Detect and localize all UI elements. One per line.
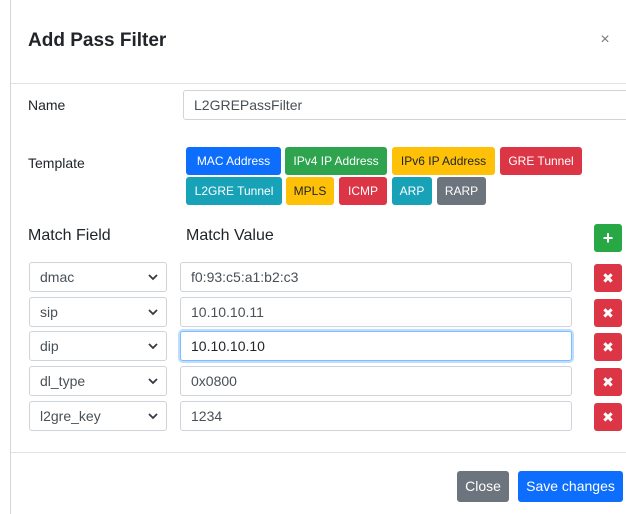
- match-field-value: l2gre_key: [40, 408, 101, 424]
- template-mac-address-button[interactable]: MAC Address: [186, 147, 281, 175]
- delete-row-button[interactable]: ✖: [594, 299, 622, 327]
- template-mpls-button[interactable]: MPLS: [286, 177, 334, 205]
- delete-row-button[interactable]: ✖: [594, 264, 622, 292]
- match-row: dip ✖: [11, 331, 626, 363]
- match-field-value: dl_type: [40, 373, 86, 389]
- add-pass-filter-dialog: Add Pass Filter × Name Template MAC Addr…: [10, 0, 626, 514]
- template-icmp-button[interactable]: ICMP: [339, 177, 387, 205]
- match-value-input[interactable]: [180, 262, 572, 292]
- delete-row-button[interactable]: ✖: [594, 333, 622, 361]
- delete-row-button[interactable]: ✖: [594, 403, 622, 431]
- match-row: dmac ✖: [11, 262, 626, 294]
- match-field-value: sip: [40, 304, 58, 320]
- dialog-title: Add Pass Filter: [28, 30, 167, 51]
- chevron-down-icon: [148, 274, 158, 281]
- template-l2gre-tunnel-button[interactable]: L2GRE Tunnel: [186, 177, 282, 205]
- name-input[interactable]: [183, 90, 626, 120]
- template-gre-tunnel-button[interactable]: GRE Tunnel: [500, 147, 582, 175]
- close-button[interactable]: Close: [457, 471, 509, 502]
- template-ipv6-button[interactable]: IPv6 IP Address: [392, 147, 495, 175]
- save-changes-button[interactable]: Save changes: [518, 471, 623, 502]
- dialog-footer: Close Save changes: [11, 452, 626, 514]
- delete-row-button[interactable]: ✖: [594, 368, 622, 396]
- name-label: Name: [28, 97, 66, 113]
- match-row: l2gre_key ✖: [11, 401, 626, 433]
- chevron-down-icon: [148, 413, 158, 420]
- template-rarp-button[interactable]: RARP: [437, 177, 486, 205]
- match-value-input[interactable]: [180, 366, 572, 396]
- match-field-select[interactable]: dmac: [29, 262, 167, 292]
- template-label: Template: [28, 155, 85, 171]
- match-field-select[interactable]: sip: [29, 297, 167, 327]
- template-ipv4-button[interactable]: IPv4 IP Address: [285, 147, 387, 175]
- chevron-down-icon: [148, 378, 158, 385]
- match-value-input[interactable]: [180, 297, 572, 327]
- add-row-button[interactable]: +: [594, 224, 622, 252]
- match-row: dl_type ✖: [11, 366, 626, 398]
- dialog-header: Add Pass Filter ×: [11, 0, 626, 84]
- match-field-value: dmac: [40, 269, 75, 285]
- template-arp-button[interactable]: ARP: [392, 177, 432, 205]
- close-icon[interactable]: ×: [595, 30, 615, 50]
- match-value-header: Match Value: [186, 227, 274, 244]
- match-field-select[interactable]: dl_type: [29, 366, 167, 396]
- match-value-input[interactable]: [180, 331, 572, 361]
- chevron-down-icon: [148, 343, 158, 350]
- chevron-down-icon: [148, 309, 158, 316]
- match-value-input[interactable]: [180, 401, 572, 431]
- match-field-header: Match Field: [28, 227, 111, 244]
- match-field-select[interactable]: dip: [29, 331, 167, 361]
- match-field-value: dip: [40, 338, 59, 354]
- match-field-select[interactable]: l2gre_key: [29, 401, 167, 431]
- match-row: sip ✖: [11, 297, 626, 329]
